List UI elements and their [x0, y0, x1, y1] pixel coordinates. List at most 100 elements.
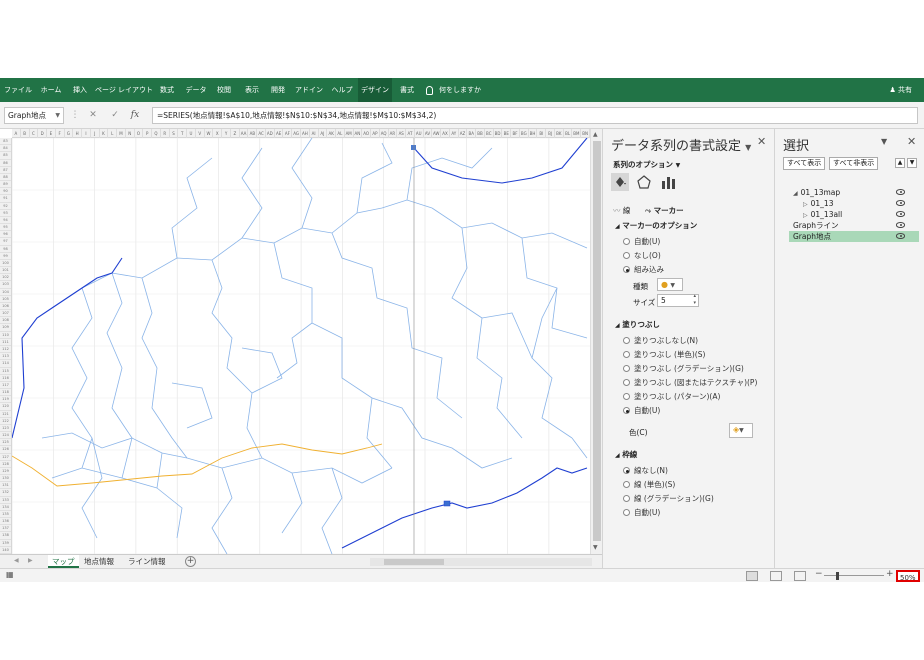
column-header[interactable]: T — [178, 129, 188, 138]
vertical-scrollbar[interactable]: ▲ ▼ — [590, 129, 602, 554]
column-header[interactable]: AJ — [319, 129, 328, 138]
column-header[interactable]: AI — [310, 129, 319, 138]
column-header[interactable]: BK — [555, 129, 564, 138]
column-header[interactable]: AE — [275, 129, 284, 138]
insert-function-button[interactable]: fx — [128, 107, 142, 124]
row-header[interactable]: 137 — [0, 525, 11, 533]
marker-none-radio[interactable]: なし(O) — [623, 250, 661, 261]
column-header[interactable]: Z — [231, 129, 240, 138]
row-header[interactable]: 113 — [0, 353, 11, 361]
row-header[interactable]: 97 — [0, 238, 11, 246]
row-header[interactable]: 129 — [0, 468, 11, 476]
map-chart-area[interactable] — [12, 138, 590, 554]
row-header[interactable]: 126 — [0, 446, 11, 454]
column-header[interactable]: O — [135, 129, 144, 138]
column-header[interactable]: H — [73, 129, 83, 138]
marker-auto-radio[interactable]: 自動(U) — [623, 236, 660, 247]
column-header[interactable]: AA — [240, 129, 249, 138]
selected-point-handle[interactable] — [411, 145, 416, 150]
row-header[interactable]: 91 — [0, 195, 11, 203]
column-header[interactable]: AT — [406, 129, 415, 138]
column-header[interactable]: V — [196, 129, 205, 138]
fill-gradient-radio[interactable]: 塗りつぶし (グラデーション)(G) — [623, 363, 744, 374]
column-header[interactable]: B — [21, 129, 30, 138]
scroll-down-icon[interactable]: ▼ — [593, 544, 598, 551]
column-header[interactable]: S — [170, 129, 179, 138]
column-header[interactable]: X — [213, 129, 223, 138]
add-sheet-button[interactable]: + — [185, 556, 196, 567]
row-header[interactable]: 84 — [0, 145, 11, 153]
border-gradient-radio[interactable]: 線 (グラデーション)(G) — [623, 493, 714, 504]
column-header[interactable]: AW — [432, 129, 442, 138]
column-header[interactable]: BJ — [546, 129, 555, 138]
tab-view[interactable]: 表示 — [240, 78, 264, 102]
row-header[interactable]: 110 — [0, 332, 11, 339]
column-header[interactable]: D — [38, 129, 48, 138]
column-header[interactable]: G — [65, 129, 74, 138]
normal-view-button[interactable] — [746, 571, 758, 581]
row-header[interactable]: 83 — [0, 138, 11, 146]
column-header[interactable]: C — [30, 129, 39, 138]
data-point-marker[interactable] — [443, 500, 451, 507]
row-header[interactable]: 89 — [0, 181, 11, 189]
column-header[interactable]: AX — [441, 129, 450, 138]
column-header[interactable]: AZ — [459, 129, 468, 138]
tab-file[interactable]: ファイル — [2, 78, 34, 102]
tab-format[interactable]: 書式 — [394, 78, 420, 102]
selection-item[interactable]: ▷ 01_13all — [789, 209, 919, 220]
column-header[interactable]: BH — [529, 129, 538, 138]
column-header[interactable]: AO — [362, 129, 372, 138]
column-header[interactable]: AC — [257, 129, 266, 138]
column-header[interactable]: N — [126, 129, 135, 138]
fill-picture-radio[interactable]: 塗りつぶし (図またはテクスチャ)(P) — [623, 377, 757, 388]
column-header[interactable]: AL — [336, 129, 345, 138]
eye-icon[interactable] — [896, 200, 905, 206]
column-header[interactable]: A — [12, 129, 21, 138]
zoom-level[interactable]: 50% — [896, 570, 920, 582]
fill-color-picker[interactable]: ◈▼ — [729, 423, 753, 438]
share-button[interactable]: ♟ 共有 — [889, 78, 912, 102]
row-header[interactable]: 138 — [0, 532, 11, 540]
row-header[interactable]: 103 — [0, 281, 11, 289]
cancel-button[interactable]: ✕ — [86, 107, 100, 124]
column-header[interactable]: BD — [494, 129, 503, 138]
column-header[interactable]: AR — [389, 129, 398, 138]
row-header[interactable]: 140 — [0, 547, 11, 554]
border-solid-radio[interactable]: 線 (単色)(S) — [623, 479, 675, 490]
column-header[interactable]: W — [205, 129, 214, 138]
close-icon[interactable]: ✕ — [907, 135, 916, 148]
fill-header[interactable]: ◢ 塗りつぶし — [615, 319, 660, 330]
tab-help[interactable]: ヘルプ — [328, 78, 356, 102]
scroll-thumb[interactable] — [384, 559, 444, 565]
effects-icon[interactable] — [635, 173, 653, 191]
column-header[interactable]: AK — [327, 129, 337, 138]
selection-item[interactable]: ▷ 01_13 — [789, 198, 919, 209]
send-backward-button[interactable]: ▼ — [907, 158, 917, 168]
row-header[interactable]: 92 — [0, 203, 11, 210]
row-header[interactable]: 119 — [0, 396, 11, 404]
row-header[interactable]: 109 — [0, 324, 11, 332]
series-options-icon[interactable] — [659, 173, 677, 191]
column-header[interactable]: BL — [564, 129, 573, 138]
series-options-dropdown[interactable]: 系列のオプション ▼ — [613, 159, 680, 170]
column-header[interactable]: U — [187, 129, 196, 138]
marker-builtin-radio[interactable]: 組み込み — [623, 264, 664, 275]
row-header[interactable]: 121 — [0, 411, 11, 418]
row-header[interactable]: 115 — [0, 368, 11, 375]
row-header[interactable]: 100 — [0, 260, 11, 268]
sheet-tab-map[interactable]: マップ — [48, 555, 79, 568]
column-header[interactable]: BC — [485, 129, 494, 138]
column-header[interactable]: BN — [581, 129, 590, 138]
tab-review[interactable]: 校閲 — [212, 78, 236, 102]
column-header[interactable]: I — [82, 129, 91, 138]
row-header[interactable]: 111 — [0, 339, 11, 346]
chevron-down-icon[interactable]: ▼ — [881, 137, 887, 146]
tab-insert[interactable]: 挿入 — [68, 78, 92, 102]
row-header[interactable]: 96 — [0, 231, 11, 239]
row-header[interactable]: 125 — [0, 439, 11, 447]
column-header[interactable]: L — [108, 129, 118, 138]
column-header[interactable]: AD — [266, 129, 275, 138]
fill-line-icon[interactable] — [611, 173, 629, 191]
tab-design[interactable]: デザイン — [358, 78, 392, 102]
fill-auto-radio[interactable]: 自動(U) — [623, 405, 660, 416]
